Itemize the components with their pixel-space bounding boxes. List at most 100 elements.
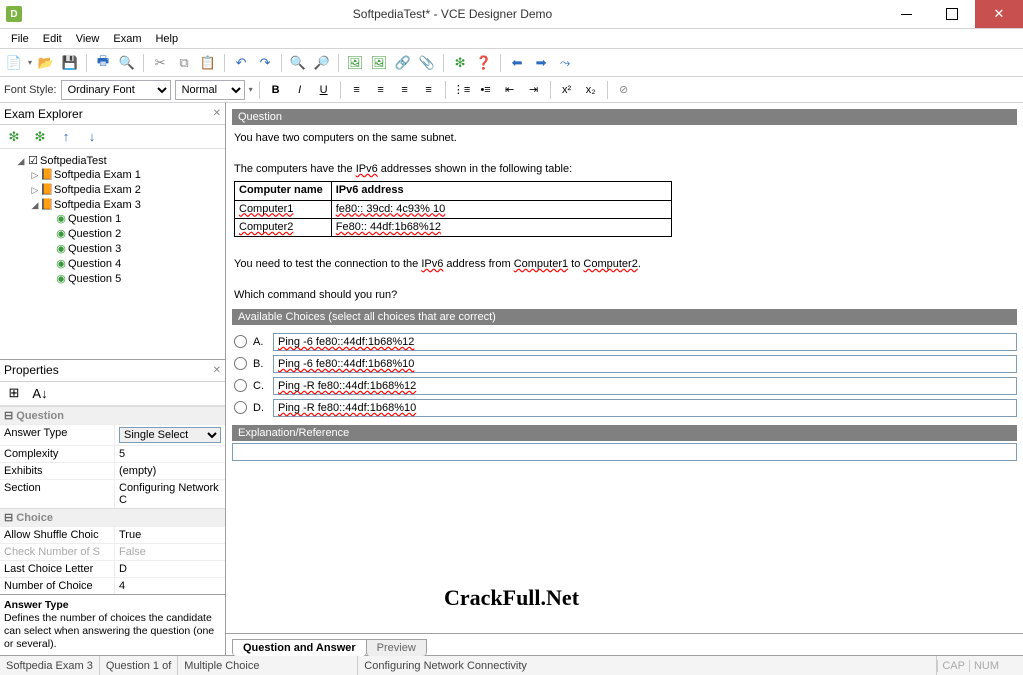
move-up-icon[interactable]: ↑ — [56, 127, 76, 147]
bold-icon[interactable]: B — [266, 80, 286, 100]
minimize-button[interactable] — [883, 0, 929, 28]
menu-exam[interactable]: Exam — [106, 31, 148, 47]
underline-icon[interactable]: U — [314, 80, 334, 100]
tree-question-5[interactable]: Question 5 — [68, 273, 121, 285]
choice-d-text[interactable]: Ping -R fe80::44df:1b68%10 — [273, 399, 1017, 417]
menu-edit[interactable]: Edit — [36, 31, 69, 47]
align-left-icon[interactable]: ≡ — [347, 80, 367, 100]
link-icon[interactable]: 🔗 — [393, 53, 413, 73]
zoom-in-icon[interactable]: 🔍 — [288, 53, 308, 73]
add-question-icon[interactable]: ❇ — [450, 53, 470, 73]
align-center-icon[interactable]: ≡ — [371, 80, 391, 100]
prop-section-value[interactable]: Configuring Network C — [115, 480, 225, 508]
image2-icon[interactable]: 🖼 — [369, 53, 389, 73]
save-icon[interactable]: 💾 — [60, 53, 80, 73]
paste-icon[interactable]: 📋 — [198, 53, 218, 73]
clear-format-icon[interactable]: ⊘ — [614, 80, 634, 100]
tree-question-3[interactable]: Question 3 — [68, 243, 121, 255]
collapse-icon[interactable]: ◢ — [30, 200, 40, 211]
property-grid[interactable]: ⊟ Question Answer TypeSingle Select Comp… — [0, 406, 225, 594]
align-right-icon[interactable]: ≡ — [395, 80, 415, 100]
choice-b-label: B. — [253, 358, 267, 370]
separator — [443, 54, 444, 72]
prop-exhibits-key: Exhibits — [0, 463, 115, 479]
menu-help[interactable]: Help — [148, 31, 185, 47]
tree-question-4[interactable]: Question 4 — [68, 258, 121, 270]
choice-b-text[interactable]: Ping -6 fe80::44df:1b68%10 — [273, 355, 1017, 373]
print-icon[interactable]: 🖶 — [93, 53, 113, 73]
expand-icon[interactable]: ▷ — [30, 185, 40, 196]
zoom-out-icon[interactable]: 🔎 — [312, 53, 332, 73]
prop-complexity-value[interactable]: 5 — [115, 446, 225, 462]
new-icon[interactable]: 📄 — [4, 53, 24, 73]
move-down-icon[interactable]: ↓ — [82, 127, 102, 147]
menu-view[interactable]: View — [69, 31, 107, 47]
choice-d-radio[interactable] — [234, 401, 247, 414]
group-choice: Choice — [16, 512, 53, 524]
prop-answer-type-value[interactable]: Single Select — [119, 427, 221, 443]
undo-icon[interactable]: ↶ — [231, 53, 251, 73]
prop-last-letter-value[interactable]: D — [115, 561, 225, 577]
explorer-toolbar: ❇ ❇ ↑ ↓ — [0, 125, 225, 149]
redo-icon[interactable]: ↷ — [255, 53, 275, 73]
image-icon[interactable]: 🖼 — [345, 53, 365, 73]
choice-b-radio[interactable] — [234, 357, 247, 370]
collapse-icon[interactable]: ◢ — [16, 156, 26, 167]
tree-root[interactable]: SoftpediaTest — [40, 155, 107, 167]
open-icon[interactable]: 📂 — [36, 53, 56, 73]
explorer-close-icon[interactable]: ✕ — [213, 108, 221, 119]
choices-header: Available Choices (select all choices th… — [232, 309, 1017, 325]
separator — [340, 81, 341, 99]
cut-icon[interactable]: ✂ — [150, 53, 170, 73]
choice-c-radio[interactable] — [234, 379, 247, 392]
prop-num-choices-value[interactable]: 4 — [115, 578, 225, 594]
add-child-icon[interactable]: ❇ — [30, 127, 50, 147]
next-icon[interactable]: ➡ — [531, 53, 551, 73]
tab-preview[interactable]: Preview — [366, 639, 427, 656]
maximize-button[interactable] — [929, 0, 975, 28]
exam-tree[interactable]: ◢☑SoftpediaTest ▷📙Softpedia Exam 1 ▷📙Sof… — [0, 149, 225, 360]
font-style-select[interactable]: Ordinary Font — [61, 80, 171, 100]
outdent-icon[interactable]: ⇤ — [500, 80, 520, 100]
properties-close-icon[interactable]: ✕ — [213, 365, 221, 376]
prop-answer-type-key: Answer Type — [0, 425, 115, 445]
last-icon[interactable]: ⤳ — [555, 53, 575, 73]
subscript-icon[interactable]: x₂ — [581, 80, 601, 100]
explanation-input[interactable] — [232, 443, 1017, 461]
list-num-icon[interactable]: ⋮≡ — [452, 80, 472, 100]
italic-icon[interactable]: I — [290, 80, 310, 100]
explorer-header: Exam Explorer ✕ — [0, 103, 225, 125]
tab-question-answer[interactable]: Question and Answer — [232, 639, 367, 656]
close-button[interactable] — [975, 0, 1023, 28]
font-weight-select[interactable]: Normal — [175, 80, 245, 100]
list-bullet-icon[interactable]: •≡ — [476, 80, 496, 100]
categorize-icon[interactable]: ⊞ — [4, 383, 24, 403]
choice-c-label: C. — [253, 380, 267, 392]
separator — [281, 54, 282, 72]
separator — [143, 54, 144, 72]
expand-icon[interactable]: ▷ — [30, 170, 40, 181]
prop-exhibits-value[interactable]: (empty) — [115, 463, 225, 479]
tree-exam-1[interactable]: Softpedia Exam 1 — [54, 169, 141, 181]
add-node-icon[interactable]: ❇ — [4, 127, 24, 147]
attach-icon[interactable]: 📎 — [417, 53, 437, 73]
choice-a-radio[interactable] — [234, 335, 247, 348]
align-justify-icon[interactable]: ≡ — [419, 80, 439, 100]
prev-icon[interactable]: ⬅ — [507, 53, 527, 73]
question-text[interactable]: You have two computers on the same subne… — [232, 127, 1017, 307]
tree-question-1[interactable]: Question 1 — [68, 213, 121, 225]
question-icon[interactable]: ❓ — [474, 53, 494, 73]
menu-file[interactable]: File — [4, 31, 36, 47]
choice-a-text[interactable]: Ping -6 fe80::44df:1b68%12 — [273, 333, 1017, 351]
tree-question-2[interactable]: Question 2 — [68, 228, 121, 240]
tree-exam-3[interactable]: Softpedia Exam 3 — [54, 199, 141, 211]
tree-exam-2[interactable]: Softpedia Exam 2 — [54, 184, 141, 196]
sort-icon[interactable]: A↓ — [30, 383, 50, 403]
superscript-icon[interactable]: x² — [557, 80, 577, 100]
prop-shuffle-value[interactable]: True — [115, 527, 225, 543]
font-style-label: Font Style: — [4, 84, 57, 96]
indent-icon[interactable]: ⇥ — [524, 80, 544, 100]
preview-icon[interactable]: 🔍 — [117, 53, 137, 73]
choice-c-text[interactable]: Ping -R fe80::44df:1b68%12 — [273, 377, 1017, 395]
copy-icon[interactable]: ⧉ — [174, 53, 194, 73]
